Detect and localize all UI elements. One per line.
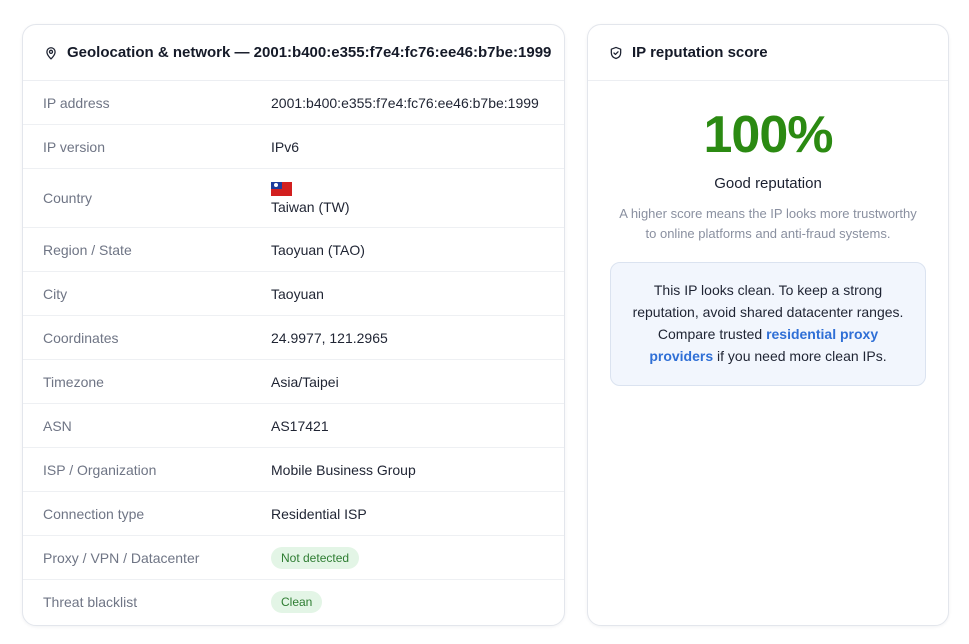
row-value: IPv6 [271, 138, 300, 155]
table-row-proxy: Proxy / VPN / Datacenter Not detected [23, 536, 564, 580]
table-row-ip-version: IP version IPv6 [23, 125, 564, 169]
row-key: Timezone [43, 373, 104, 390]
table-row-threat-blacklist: Threat blacklist Clean [23, 580, 564, 624]
row-key: Region / State [43, 241, 132, 258]
row-value: Asia/Taipei [271, 373, 339, 390]
map-pin-icon [44, 46, 58, 60]
table-row-isp: ISP / Organization Mobile Business Group [23, 448, 564, 492]
status-badge: Clean [271, 591, 323, 613]
reputation-description: A higher score means the IP looks more t… [619, 206, 917, 241]
table-row-city: City Taoyuan [23, 272, 564, 316]
row-key: Connection type [43, 505, 145, 522]
geolocation-card-title: Geolocation & network — 2001:b400:e355:f… [67, 44, 552, 61]
table-row-country: Country Taiwan (TW) [23, 169, 564, 228]
row-key: IP version [43, 138, 105, 155]
row-key: City [43, 285, 68, 302]
row-value: Taoyuan [271, 285, 324, 302]
geolocation-table: IP address 2001:b400:e355:f7e4:fc76:ee46… [23, 81, 564, 624]
row-value: Not detected [271, 546, 360, 569]
notice-text-after: if you need more clean IPs. [713, 348, 887, 364]
geolocation-card: Geolocation & network — 2001:b400:e355:f… [22, 24, 565, 626]
taiwan-flag-icon [271, 181, 292, 196]
table-row-coordinates: Coordinates 24.9977, 121.2965 [23, 316, 564, 360]
row-key: ISP / Organization [43, 461, 157, 478]
row-key: ASN [43, 417, 72, 434]
row-value: Taoyuan (TAO) [271, 241, 365, 258]
reputation-card: IP reputation score 100% Good reputation… [587, 24, 949, 626]
row-value: 24.9977, 121.2965 [271, 329, 388, 346]
geolocation-card-header: Geolocation & network — 2001:b400:e355:f… [23, 25, 564, 81]
row-key: IP address [43, 94, 110, 111]
table-row-region: Region / State Taoyuan (TAO) [23, 228, 564, 272]
row-key: Coordinates [43, 329, 119, 346]
reputation-body: 100% Good reputation A higher score mean… [588, 81, 948, 386]
table-row-timezone: Timezone Asia/Taipei [23, 360, 564, 404]
row-value: AS17421 [271, 417, 329, 434]
clean-ip-notice: This IP looks clean. To keep a strong re… [610, 262, 926, 386]
row-value-country: Taiwan (TW) [271, 181, 350, 215]
row-key: Threat blacklist [43, 594, 138, 610]
row-value: Taiwan (TW) [271, 198, 350, 215]
reputation-card-header: IP reputation score [588, 25, 948, 81]
row-value: Mobile Business Group [271, 461, 416, 478]
table-row-asn: ASN AS17421 [23, 404, 564, 448]
row-value: 2001:b400:e355:f7e4:fc76:ee46:b7be:1999 [271, 94, 539, 111]
row-value: Clean [271, 591, 323, 613]
row-key: Country [43, 190, 93, 206]
status-badge: Not detected [271, 546, 360, 569]
reputation-card-title: IP reputation score [632, 44, 768, 61]
reputation-score: 100% [703, 106, 834, 164]
table-row-connection-type: Connection type Residential ISP [23, 492, 564, 536]
table-row-ip-address: IP address 2001:b400:e355:f7e4:fc76:ee46… [23, 81, 564, 125]
row-key: Proxy / VPN / Datacenter [43, 549, 200, 566]
row-value: Residential ISP [271, 505, 367, 522]
reputation-verdict: Good reputation [714, 175, 822, 192]
shield-check-icon [609, 46, 623, 60]
